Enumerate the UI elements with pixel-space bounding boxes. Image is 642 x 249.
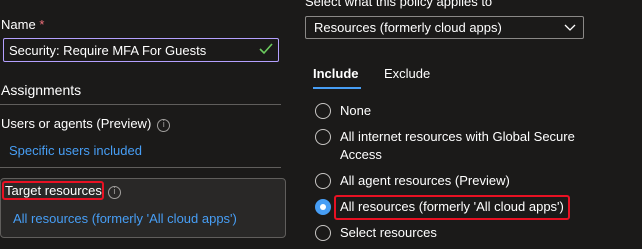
info-icon[interactable]: i bbox=[157, 119, 171, 132]
target-label: Target resources bbox=[5, 183, 102, 198]
users-link[interactable]: Specific users included bbox=[9, 143, 142, 158]
info-icon[interactable]: i bbox=[107, 186, 121, 199]
required-mark: * bbox=[39, 17, 45, 32]
policy-name-field[interactable] bbox=[3, 38, 279, 62]
target-link[interactable]: All resources (formerly 'All cloud apps'… bbox=[13, 211, 237, 226]
active-tab-indicator bbox=[313, 87, 361, 89]
chevron-down-icon bbox=[564, 24, 576, 31]
tab-include[interactable]: Include bbox=[313, 66, 359, 81]
policy-name-input[interactable] bbox=[9, 42, 249, 58]
assignments-heading: Assignments bbox=[1, 82, 82, 98]
radio-select-resources[interactable] bbox=[315, 225, 331, 241]
section-divider bbox=[0, 167, 281, 168]
option-all-resources-label: All resources (formerly 'All cloud apps'… bbox=[340, 199, 564, 214]
target-row: Target resources i bbox=[5, 183, 121, 199]
applies-label: Select what this policy applies to bbox=[305, 0, 493, 9]
tab-exclude[interactable]: Exclude bbox=[384, 66, 430, 81]
users-label: Users or agents (Preview) bbox=[1, 116, 152, 131]
option-none-label: None bbox=[340, 103, 372, 118]
applies-to-dropdown[interactable]: Resources (formerly cloud apps) bbox=[305, 16, 584, 39]
option-all-internet-label: All internet resources with Global Secur… bbox=[340, 129, 575, 162]
option-all-agent-label: All agent resources (Preview) bbox=[340, 173, 510, 188]
option-select-resources-label: Select resources bbox=[340, 225, 437, 240]
dropdown-value: Resources (formerly cloud apps) bbox=[314, 20, 502, 35]
radio-all-internet-resources[interactable] bbox=[315, 129, 331, 145]
users-row: Users or agents (Preview) i bbox=[1, 116, 171, 132]
radio-none[interactable] bbox=[315, 103, 331, 119]
radio-all-resources[interactable] bbox=[315, 199, 331, 215]
radio-all-agent-resources[interactable] bbox=[315, 173, 331, 189]
checkmark-icon bbox=[259, 43, 273, 55]
section-divider bbox=[0, 104, 281, 105]
name-label: Name * bbox=[1, 17, 45, 32]
